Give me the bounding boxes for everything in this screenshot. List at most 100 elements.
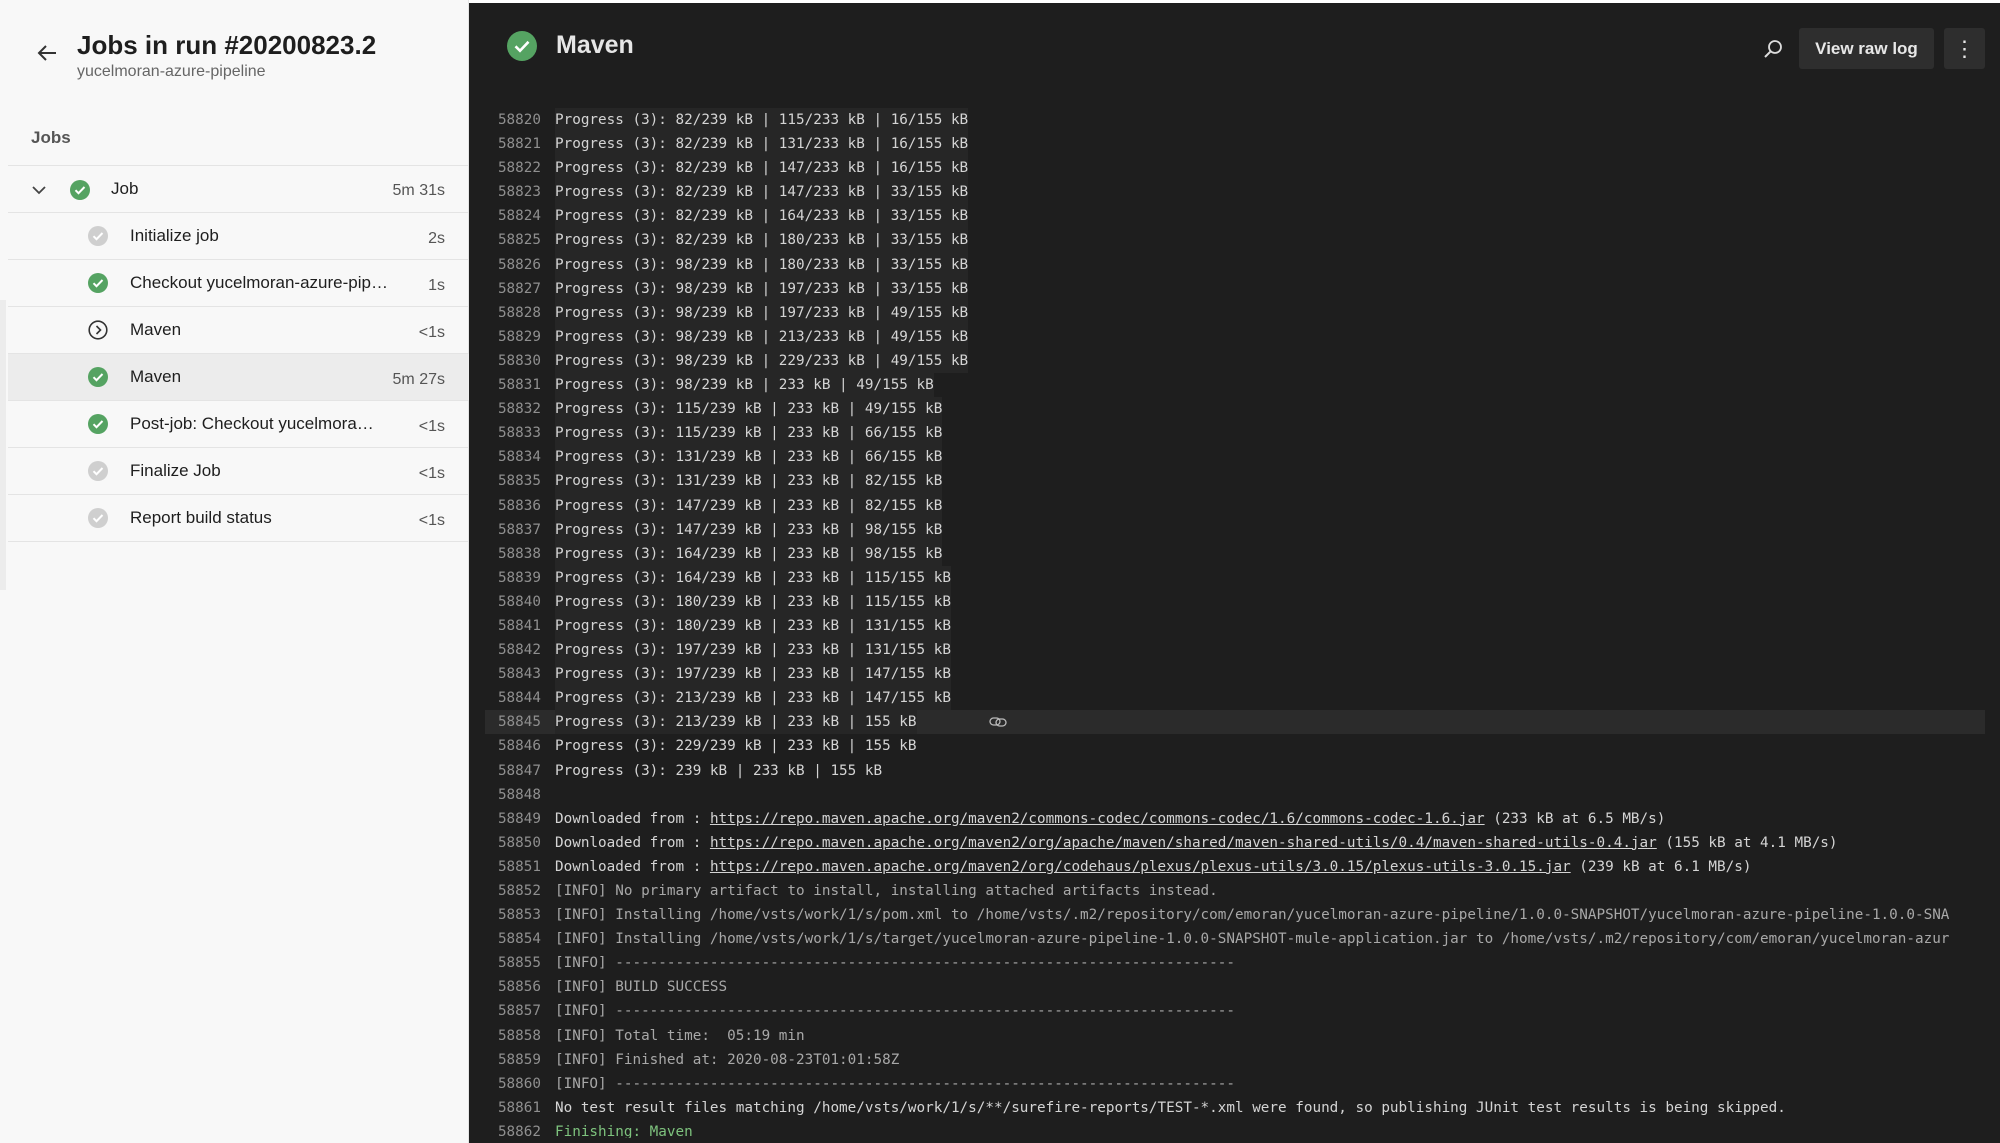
- line-number[interactable]: 58856: [485, 975, 555, 999]
- log-panel: Maven View raw log ⋮ 58820 Progress (3): …: [469, 3, 2000, 1143]
- line-number[interactable]: 58862: [485, 1120, 555, 1138]
- log-line: 58839 Progress (3): 164/239 kB | 233 kB |…: [485, 565, 1985, 590]
- log-text: Progress (3): 98/239 kB | 197/233 kB | 3…: [555, 276, 969, 301]
- line-number[interactable]: 58855: [485, 951, 555, 975]
- log-line: 58858 [INFO] Total time: 05:19 min: [485, 1024, 1985, 1048]
- link-icon[interactable]: [989, 715, 1007, 729]
- line-number[interactable]: 58825: [485, 228, 555, 252]
- step-row[interactable]: Finalize Job <1s: [8, 448, 469, 495]
- line-number[interactable]: 58827: [485, 277, 555, 301]
- log-line: 58854 [INFO] Installing /home/vsts/work/1…: [485, 927, 1985, 951]
- step-row[interactable]: Report build status <1s: [8, 495, 469, 542]
- line-number[interactable]: 58824: [485, 204, 555, 228]
- line-number[interactable]: 58852: [485, 879, 555, 903]
- log-text: Progress (3): 147/239 kB | 233 kB | 82/1…: [555, 493, 943, 518]
- line-number[interactable]: 58857: [485, 999, 555, 1023]
- line-number[interactable]: 58861: [485, 1096, 555, 1120]
- log-text: Progress (3): 147/239 kB | 233 kB | 98/1…: [555, 517, 943, 542]
- step-label: Maven: [130, 320, 182, 339]
- line-number[interactable]: 58847: [485, 759, 555, 783]
- line-number[interactable]: 58843: [485, 662, 555, 686]
- line-number[interactable]: 58842: [485, 638, 555, 662]
- line-number[interactable]: 58844: [485, 686, 555, 710]
- log-line: 58833 Progress (3): 115/239 kB | 233 kB |…: [485, 421, 1985, 446]
- line-number[interactable]: 58831: [485, 373, 555, 397]
- line-number[interactable]: 58853: [485, 903, 555, 927]
- line-number[interactable]: 58836: [485, 494, 555, 518]
- line-number[interactable]: 58846: [485, 734, 555, 758]
- line-number[interactable]: 58828: [485, 301, 555, 325]
- log-text: Progress (3): 197/239 kB | 233 kB | 147/…: [555, 662, 951, 687]
- jobs-section-label: Jobs: [31, 128, 71, 147]
- log-text: Progress (3): 98/239 kB | 229/233 kB | 4…: [555, 348, 969, 374]
- step-row[interactable]: Maven <1s: [8, 307, 469, 354]
- line-number[interactable]: 58838: [485, 542, 555, 566]
- log-text: Progress (3): 131/239 kB | 233 kB | 66/1…: [555, 445, 943, 470]
- line-number[interactable]: 58822: [485, 156, 555, 180]
- line-number[interactable]: 58839: [485, 566, 555, 590]
- step-row[interactable]: Initialize job 2s: [8, 213, 469, 260]
- back-button[interactable]: [30, 36, 64, 70]
- log-output[interactable]: 58820 Progress (3): 82/239 kB | 115/233 k…: [485, 108, 1985, 1138]
- download-link[interactable]: https://repo.maven.apache.org/maven2/com…: [710, 811, 1485, 827]
- log-line: 58821 Progress (3): 82/239 kB | 131/233 k…: [485, 132, 1985, 157]
- line-number[interactable]: 58840: [485, 590, 555, 614]
- line-number[interactable]: 58834: [485, 445, 555, 469]
- step-row[interactable]: Maven 5m 27s: [8, 354, 469, 401]
- log-text: Progress (3): 115/239 kB | 233 kB | 66/1…: [555, 421, 943, 446]
- line-number[interactable]: 58820: [485, 108, 555, 132]
- log-line: 58862 Finishing: Maven: [485, 1120, 1985, 1138]
- log-line: 58837 Progress (3): 147/239 kB | 233 kB |…: [485, 517, 1985, 542]
- line-number[interactable]: 58848: [485, 783, 555, 807]
- line-number[interactable]: 58837: [485, 518, 555, 542]
- success-check-icon: [88, 226, 108, 246]
- log-line: 58860 [INFO] ----------------------------…: [485, 1072, 1985, 1096]
- line-number[interactable]: 58854: [485, 927, 555, 951]
- download-link[interactable]: https://repo.maven.apache.org/maven2/org…: [710, 859, 1571, 875]
- jobs-sidebar: Jobs in run #20200823.2 yucelmoran-azure…: [0, 0, 469, 1143]
- line-number[interactable]: 58859: [485, 1048, 555, 1072]
- line-number[interactable]: 58823: [485, 180, 555, 204]
- search-button[interactable]: [1757, 33, 1789, 65]
- log-line: 58849 Downloaded from : https://repo.mave…: [485, 807, 1985, 831]
- line-number[interactable]: 58845: [485, 710, 555, 734]
- view-raw-log-button[interactable]: View raw log: [1799, 28, 1934, 69]
- log-text: Progress (3): 180/239 kB | 233 kB | 131/…: [555, 613, 951, 639]
- chevron-down-icon[interactable]: [30, 181, 48, 199]
- line-number[interactable]: 58841: [485, 614, 555, 638]
- line-number[interactable]: 58850: [485, 831, 555, 855]
- job-row[interactable]: Job 5m 31s: [8, 166, 469, 213]
- log-line: 58822 Progress (3): 82/239 kB | 147/233 k…: [485, 156, 1985, 181]
- line-number[interactable]: 58821: [485, 132, 555, 156]
- log-text: Progress (3): 131/239 kB | 233 kB | 82/1…: [555, 469, 943, 494]
- jobs-list: Job 5m 31s Initialize job 2s Checkout yuce…: [8, 165, 469, 542]
- log-line: 58861 No test result files matching /home…: [485, 1096, 1985, 1120]
- line-number[interactable]: 58835: [485, 469, 555, 493]
- success-check-icon: [88, 414, 108, 434]
- step-label: Post-job: Checkout yucelmora…: [130, 414, 374, 433]
- line-number[interactable]: 58833: [485, 421, 555, 445]
- log-text: [INFO] BUILD SUCCESS: [555, 979, 728, 996]
- more-options-button[interactable]: ⋮: [1944, 28, 1985, 69]
- line-number[interactable]: 58826: [485, 253, 555, 277]
- log-text-prefix: Downloaded from :: [555, 834, 710, 851]
- log-text: Progress (3): 82/239 kB | 147/233 kB | 1…: [555, 156, 969, 181]
- step-row[interactable]: Checkout yucelmoran-azure-pip… 1s: [8, 260, 469, 307]
- log-line: 58826 Progress (3): 98/239 kB | 180/233 k…: [485, 252, 1985, 277]
- line-number[interactable]: 58851: [485, 855, 555, 879]
- log-text: [INFO] ---------------------------------…: [555, 955, 1235, 972]
- download-link[interactable]: https://repo.maven.apache.org/maven2/org…: [710, 835, 1657, 851]
- log-line: 58828 Progress (3): 98/239 kB | 197/233 k…: [485, 300, 1985, 325]
- line-number[interactable]: 58830: [485, 349, 555, 373]
- step-row[interactable]: Post-job: Checkout yucelmora… <1s: [8, 401, 469, 448]
- line-number[interactable]: 58832: [485, 397, 555, 421]
- line-number[interactable]: 58860: [485, 1072, 555, 1096]
- log-text: Progress (3): 229/239 kB | 233 kB | 155 …: [555, 738, 917, 755]
- step-label: Report build status: [130, 508, 272, 527]
- log-text: Progress (3): 98/239 kB | 213/233 kB | 4…: [555, 324, 969, 349]
- line-number[interactable]: 58829: [485, 325, 555, 349]
- success-check-icon: [70, 180, 90, 200]
- log-text: Progress (3): 115/239 kB | 233 kB | 49/1…: [555, 397, 943, 422]
- line-number[interactable]: 58858: [485, 1024, 555, 1048]
- line-number[interactable]: 58849: [485, 807, 555, 831]
